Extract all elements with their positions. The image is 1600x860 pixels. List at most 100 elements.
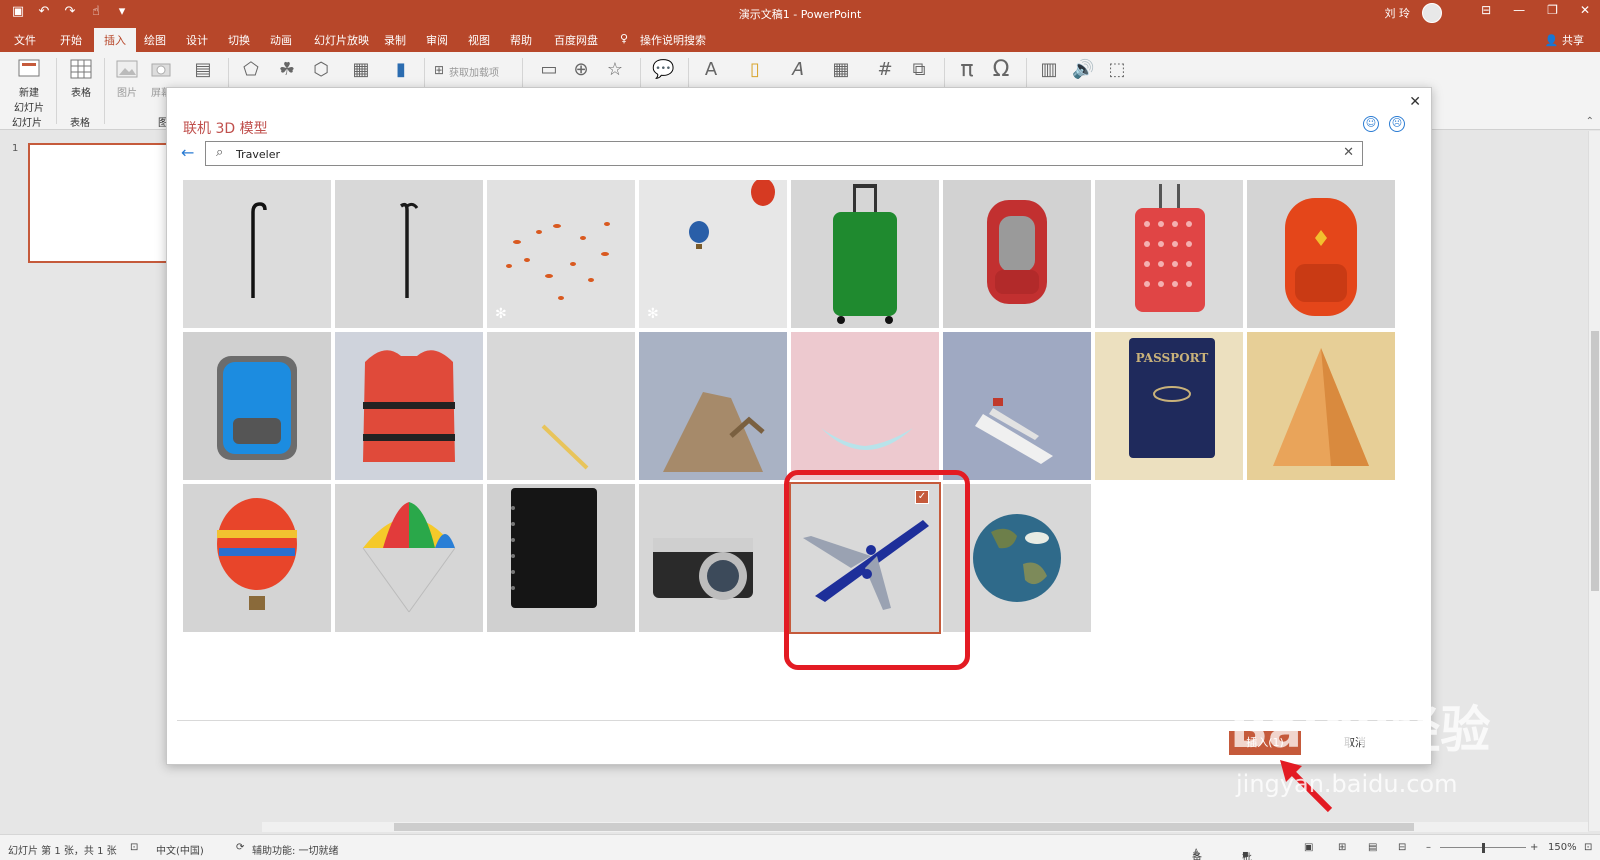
pencil-icon bbox=[487, 332, 635, 480]
cancel-button[interactable]: 取消 bbox=[1319, 731, 1391, 755]
model-tile-tent[interactable] bbox=[639, 332, 787, 480]
comment-icon[interactable]: 💬 bbox=[652, 59, 674, 81]
model-tile-notebook[interactable] bbox=[487, 484, 635, 632]
textbox-icon[interactable]: A bbox=[700, 59, 722, 81]
search-input[interactable] bbox=[236, 145, 1316, 163]
get-addins-button[interactable]: 获取加载项 bbox=[449, 64, 499, 79]
model-tile-hammock[interactable] bbox=[791, 332, 939, 480]
model-tile-hot-air-balloons[interactable]: ✻ bbox=[639, 180, 787, 328]
model-tile-walking-cane-2[interactable] bbox=[335, 180, 483, 328]
close-icon[interactable]: ✕ bbox=[1580, 3, 1590, 17]
3d-models-icon[interactable]: ⬡ bbox=[310, 59, 332, 81]
object-icon[interactable]: ⧉ bbox=[908, 59, 930, 81]
user-name[interactable]: 刘 玲 bbox=[1385, 5, 1411, 21]
zoom-level[interactable]: 150% bbox=[1548, 842, 1577, 853]
picture-button[interactable]: 图片 bbox=[112, 56, 142, 99]
balloon-icon bbox=[183, 484, 331, 632]
zoom-icon[interactable]: ▭ bbox=[538, 59, 560, 81]
collapse-ribbon-icon[interactable]: ⌃ bbox=[1586, 116, 1594, 127]
action-icon[interactable]: ☆ bbox=[604, 59, 626, 81]
zoom-in-icon[interactable]: + bbox=[1530, 842, 1538, 853]
frown-icon[interactable]: ☹ bbox=[1389, 116, 1405, 132]
model-tile-green-suitcase[interactable] bbox=[791, 180, 939, 328]
link-icon[interactable]: ⊕ bbox=[570, 59, 592, 81]
animated-badge-icon: ✻ bbox=[495, 306, 507, 322]
header-footer-icon[interactable]: ▯ bbox=[744, 59, 766, 81]
share-button[interactable]: 👤 共享 bbox=[1545, 32, 1584, 48]
accessibility-status[interactable]: 辅助功能: 一切就绪 bbox=[252, 842, 339, 857]
horizontal-scrollbar[interactable] bbox=[262, 822, 1588, 832]
smile-icon[interactable]: ☺ bbox=[1363, 116, 1379, 132]
search-box: ⌕ ✕ bbox=[205, 141, 1363, 166]
tab-draw[interactable]: 绘图 bbox=[144, 32, 166, 48]
scrollbar-thumb[interactable] bbox=[394, 823, 1414, 831]
selected-check-icon[interactable]: ✓ bbox=[915, 490, 929, 504]
tab-review[interactable]: 审阅 bbox=[426, 32, 448, 48]
minimize-icon[interactable]: — bbox=[1513, 3, 1525, 17]
model-tile-hot-air-balloon[interactable] bbox=[183, 484, 331, 632]
avatar[interactable] bbox=[1422, 3, 1442, 23]
screen-recording-icon[interactable]: ⬚ bbox=[1106, 59, 1128, 81]
tab-design[interactable]: 设计 bbox=[186, 32, 208, 48]
normal-view-icon[interactable]: ▣ bbox=[1304, 842, 1313, 853]
tab-file[interactable]: 文件 bbox=[14, 32, 36, 48]
tab-transitions[interactable]: 切换 bbox=[228, 32, 250, 48]
symbol-icon[interactable]: Ω bbox=[990, 59, 1012, 81]
language[interactable]: 中文(中国) bbox=[156, 842, 204, 857]
model-tile-red-trolley-suitcase[interactable] bbox=[1095, 180, 1243, 328]
insert-button[interactable]: 插入(1) bbox=[1229, 731, 1301, 755]
reading-view-icon[interactable]: ▤ bbox=[1368, 842, 1377, 853]
zoom-out-icon[interactable]: – bbox=[1426, 842, 1431, 853]
shapes-icon[interactable]: ⬠ bbox=[240, 59, 262, 81]
tab-baidu-netdisk[interactable]: 百度网盘 bbox=[554, 32, 598, 48]
wordart-icon[interactable]: 𝐴 bbox=[786, 59, 808, 81]
model-tile-pyramid[interactable] bbox=[1247, 332, 1395, 480]
slide-sorter-icon[interactable]: ⊞ bbox=[1338, 842, 1346, 853]
tab-record[interactable]: 录制 bbox=[384, 32, 406, 48]
table-button[interactable]: 表格 bbox=[64, 56, 98, 99]
audio-icon[interactable]: 🔊 bbox=[1072, 59, 1094, 81]
video-icon[interactable]: ▥ bbox=[1038, 59, 1060, 81]
scrollbar-thumb[interactable] bbox=[1591, 331, 1599, 591]
tab-home[interactable]: 开始 bbox=[60, 32, 82, 48]
model-tile-walking-cane-1[interactable] bbox=[183, 180, 331, 328]
model-tile-pencil[interactable] bbox=[487, 332, 635, 480]
model-tile-gray-red-backpack[interactable] bbox=[943, 180, 1091, 328]
spellcheck-icon[interactable]: ⊡ bbox=[130, 842, 138, 853]
tell-me-search[interactable]: 操作说明搜索 bbox=[640, 32, 706, 48]
smartart-icon[interactable]: ▦ bbox=[350, 59, 372, 81]
ribbon-display-icon[interactable]: ⊟ bbox=[1481, 3, 1491, 17]
vertical-scrollbar[interactable] bbox=[1588, 131, 1600, 831]
model-tile-orange-backpack[interactable] bbox=[1247, 180, 1395, 328]
model-tile-autumn-leaves[interactable]: ✻ bbox=[487, 180, 635, 328]
tab-slideshow[interactable]: 幻灯片放映 bbox=[314, 32, 369, 48]
model-tile-blue-backpack[interactable] bbox=[183, 332, 331, 480]
model-tile-airplane[interactable]: ✓ bbox=[789, 482, 941, 634]
model-tile-camera[interactable] bbox=[639, 484, 787, 632]
zoom-slider-handle[interactable] bbox=[1482, 843, 1485, 853]
date-time-icon[interactable]: ▦ bbox=[830, 59, 852, 81]
photo-album-icon[interactable]: ▤ bbox=[192, 59, 214, 81]
close-icon[interactable]: ✕ bbox=[1409, 94, 1421, 110]
tab-animations[interactable]: 动画 bbox=[270, 32, 292, 48]
icons-icon[interactable]: ☘ bbox=[276, 59, 298, 81]
tab-view[interactable]: 视图 bbox=[468, 32, 490, 48]
back-arrow-icon[interactable]: ← bbox=[181, 143, 194, 162]
fit-to-window-icon[interactable]: ⊡ bbox=[1584, 842, 1592, 853]
slide-thumbnail[interactable] bbox=[28, 143, 178, 263]
slide-number-icon[interactable]: # bbox=[874, 59, 896, 81]
model-tile-parachute[interactable] bbox=[335, 484, 483, 632]
slideshow-icon[interactable]: ⊟ bbox=[1398, 842, 1406, 853]
restore-icon[interactable]: ❐ bbox=[1547, 3, 1558, 17]
new-slide-button[interactable]: 新建 幻灯片 bbox=[8, 56, 50, 114]
ribbon-separator bbox=[104, 58, 105, 124]
model-tile-earth-globe[interactable] bbox=[943, 484, 1091, 632]
equation-icon[interactable]: π bbox=[956, 59, 978, 81]
model-tile-cruise-ship[interactable] bbox=[943, 332, 1091, 480]
model-tile-life-jacket[interactable] bbox=[335, 332, 483, 480]
tab-insert[interactable]: 插入 bbox=[94, 28, 136, 52]
model-tile-passport[interactable]: PASSPORT bbox=[1095, 332, 1243, 480]
chart-icon[interactable]: ▮ bbox=[390, 59, 412, 81]
tab-help[interactable]: 帮助 bbox=[510, 32, 532, 48]
clear-search-icon[interactable]: ✕ bbox=[1343, 145, 1354, 160]
